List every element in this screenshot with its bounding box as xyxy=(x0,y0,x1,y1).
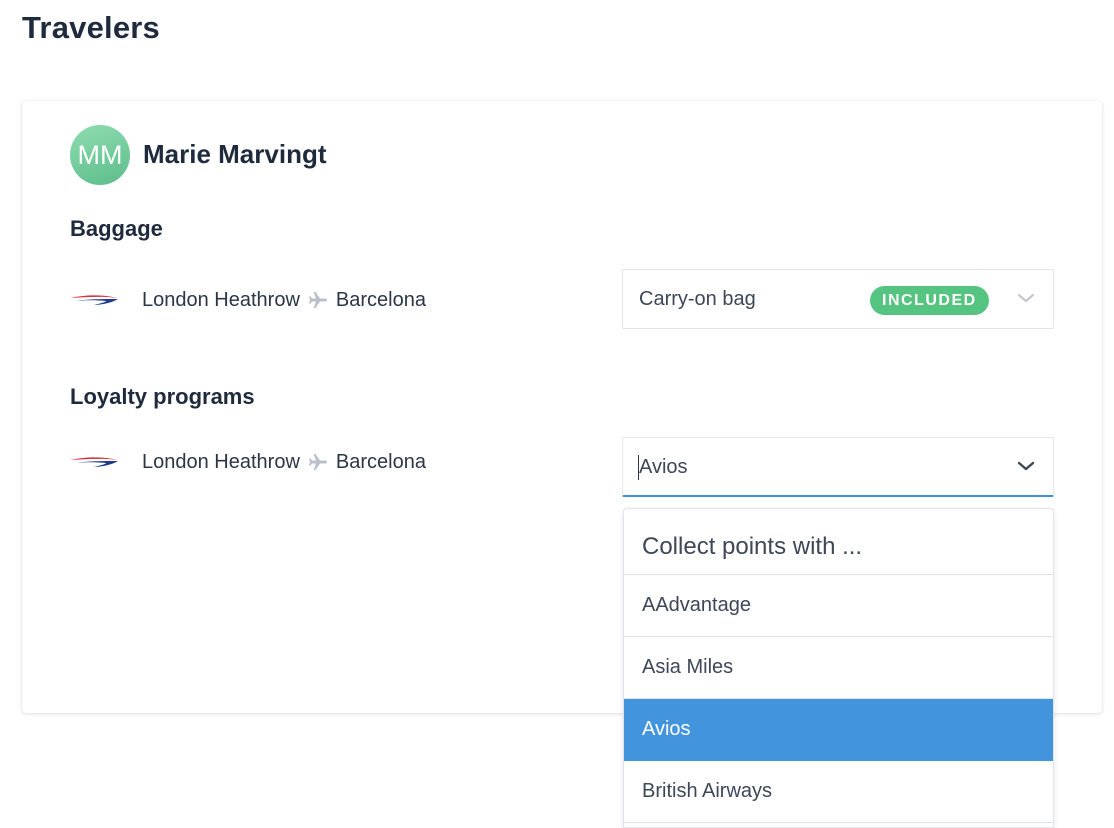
loyalty-route: London Heathrow Barcelona xyxy=(70,447,426,477)
loyalty-dropdown-menu: Collect points with ... AAdvantage Asia … xyxy=(623,508,1054,828)
chevron-down-icon[interactable] xyxy=(1017,460,1035,472)
loyalty-program-input[interactable]: Avios xyxy=(622,437,1054,497)
dropdown-option-aadvantage[interactable]: AAdvantage xyxy=(624,575,1053,637)
traveler-name: Marie Marvingt xyxy=(143,139,327,169)
loyalty-heading: Loyalty programs xyxy=(70,384,255,409)
british-airways-speedmarque-icon xyxy=(70,457,118,467)
page-title: Travelers xyxy=(22,10,160,45)
avatar: MM xyxy=(70,125,130,185)
baggage-select-value: Carry-on bag xyxy=(639,288,756,310)
route-origin: London Heathrow xyxy=(142,288,300,311)
airplane-icon xyxy=(308,454,327,470)
included-badge: INCLUDED xyxy=(870,286,989,315)
baggage-heading: Baggage xyxy=(70,216,163,241)
route-destination: Barcelona xyxy=(335,450,426,473)
route-origin: London Heathrow xyxy=(142,450,300,473)
british-airways-speedmarque-icon xyxy=(70,295,118,305)
baggage-select[interactable]: Carry-on bag INCLUDED xyxy=(622,269,1054,329)
chevron-down-icon xyxy=(1017,293,1035,303)
loyalty-select-value: Avios xyxy=(639,456,688,478)
route-destination: Barcelona xyxy=(335,288,426,311)
dropdown-option-asia-miles[interactable]: Asia Miles xyxy=(624,637,1053,699)
dropdown-option-avios[interactable]: Avios xyxy=(624,699,1053,761)
dropdown-header: Collect points with ... xyxy=(624,509,1053,575)
dropdown-option-british-airways[interactable]: British Airways xyxy=(624,761,1053,823)
baggage-route: London Heathrow Barcelona xyxy=(70,285,426,315)
airplane-icon xyxy=(308,292,327,308)
